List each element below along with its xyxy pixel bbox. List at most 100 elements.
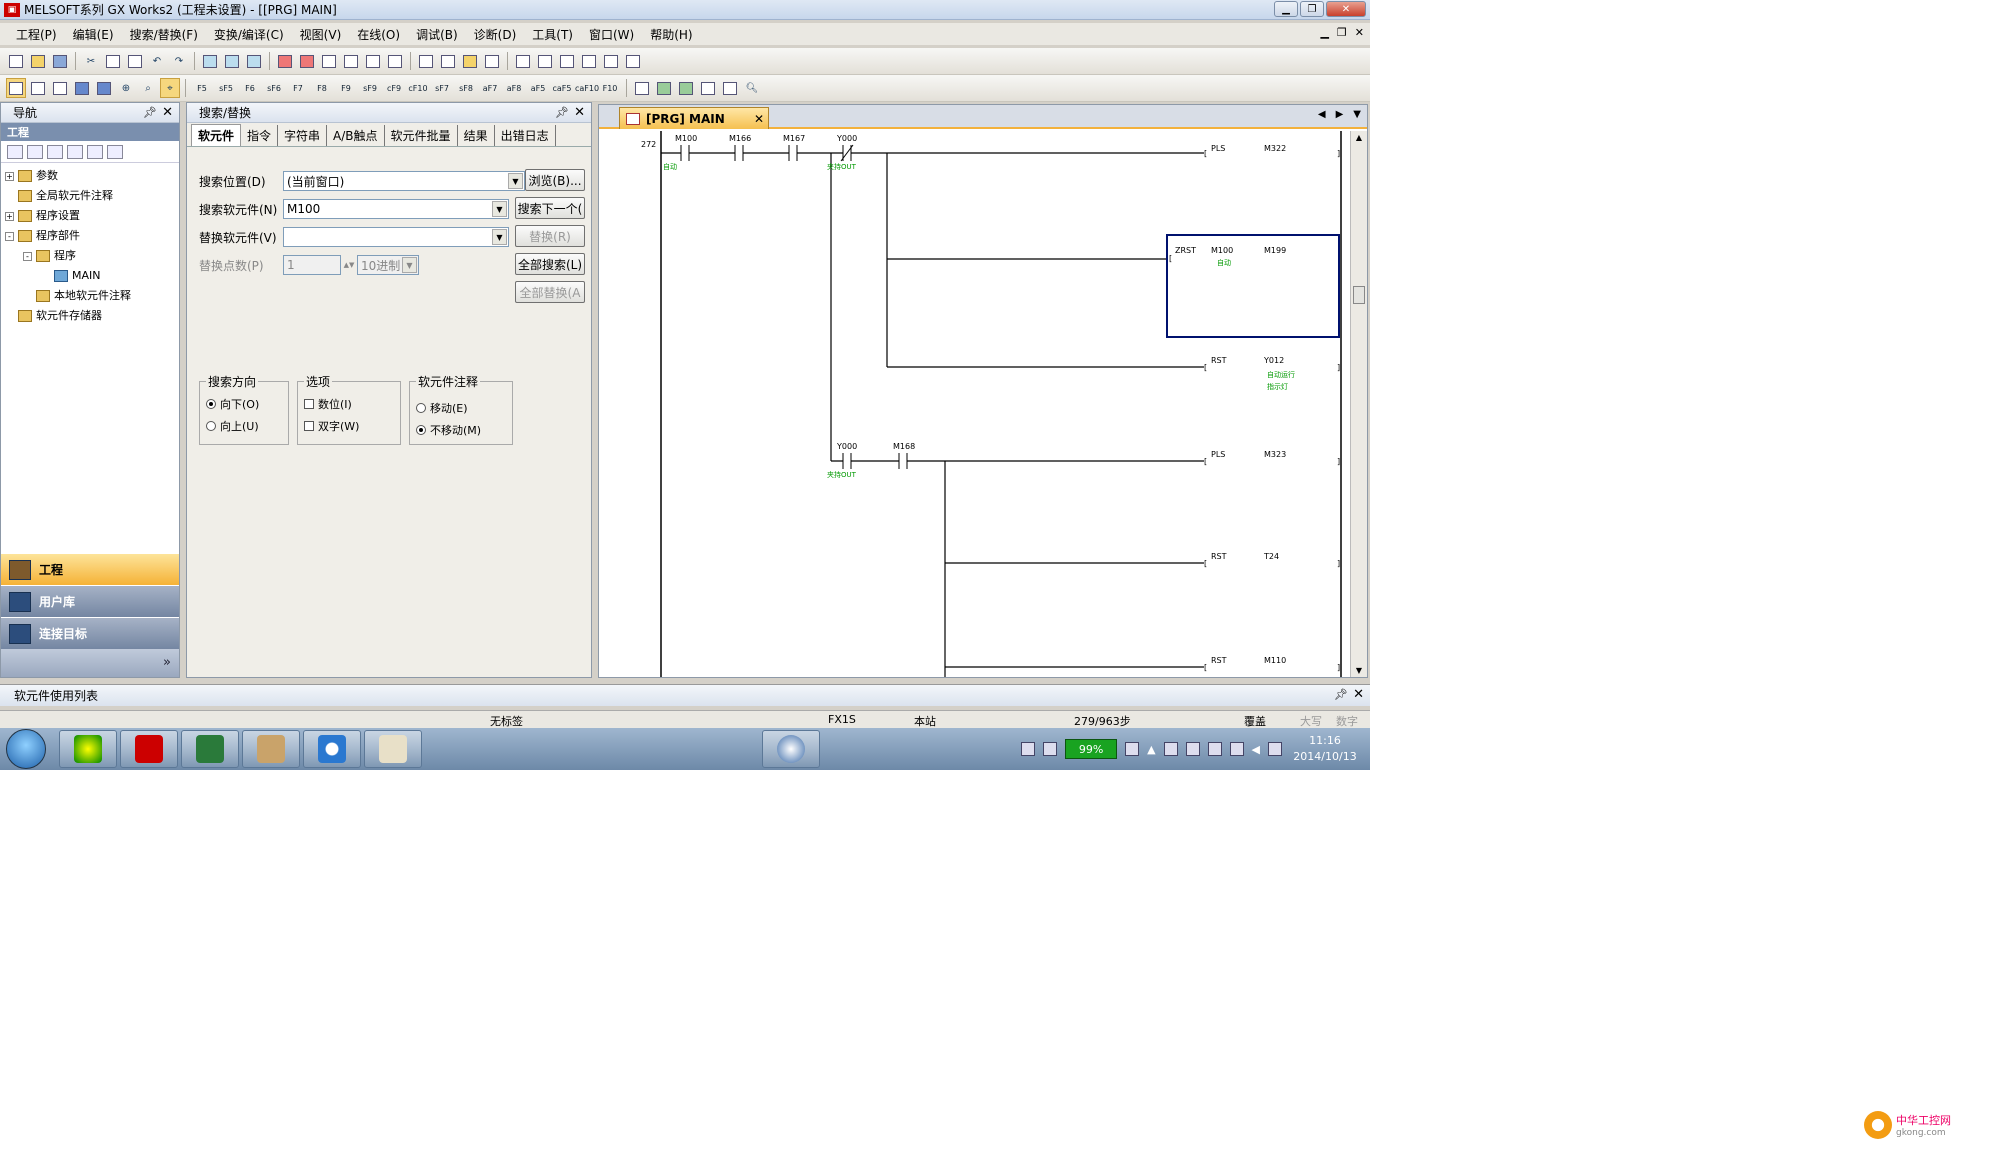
tree-node[interactable]: 本地软元件注释 — [5, 286, 179, 306]
scroll-left-icon[interactable]: ◀ — [1318, 109, 1326, 120]
tree-node[interactable]: - 程序部件 — [5, 226, 179, 246]
fkey-5[interactable]: F7 — [287, 84, 309, 93]
power-plug-icon[interactable] — [1125, 742, 1140, 756]
menu-view[interactable]: 视图(V) — [292, 26, 350, 43]
tree-node[interactable]: + 参数 — [5, 166, 179, 186]
pin-icon[interactable]: 📌︎ — [143, 106, 157, 119]
chevron-down-icon[interactable]: ▼ — [492, 201, 507, 217]
print-preview-icon[interactable] — [720, 78, 740, 98]
convert-icon[interactable] — [632, 78, 652, 98]
close-icon[interactable]: ✕ — [1353, 687, 1364, 702]
cut-icon[interactable]: ✂ — [81, 51, 101, 71]
close-icon[interactable]: ✕ — [162, 105, 173, 120]
menu-window[interactable]: 窗口(W) — [581, 26, 642, 43]
radix-select[interactable]: 10进制 ▼ — [357, 255, 419, 275]
direction-down-radio[interactable]: 向下(O) — [206, 396, 259, 412]
delete-column-icon[interactable] — [579, 51, 599, 71]
taskbar-app-paint[interactable] — [364, 730, 422, 768]
fkey-13[interactable]: aF7 — [479, 84, 501, 93]
fkey-14[interactable]: aF8 — [503, 84, 525, 93]
flag-icon[interactable] — [1207, 742, 1222, 756]
chevron-down-icon[interactable]: ▼ — [508, 173, 523, 189]
chevron-down-icon[interactable]: ▼ — [402, 257, 417, 273]
fkey-7[interactable]: F9 — [335, 84, 357, 93]
zoom-icon[interactable]: ⊕ — [116, 78, 136, 98]
browse-button[interactable]: 浏览(B)... — [525, 169, 585, 191]
taskbar-app-ie[interactable] — [303, 730, 361, 768]
expand-icon[interactable]: + — [5, 211, 14, 221]
taskbar-app-image[interactable] — [242, 730, 300, 768]
tab-contact[interactable]: A/B触点 — [327, 125, 385, 146]
sync-icon[interactable] — [1185, 742, 1200, 756]
fkey-2[interactable]: sF5 — [215, 84, 237, 93]
contact-m166[interactable]: M166 — [729, 134, 751, 161]
close-button[interactable]: ✕ — [1326, 1, 1366, 17]
device-statement-icon[interactable] — [94, 78, 114, 98]
mdi-restore-icon[interactable]: ❐ — [1337, 26, 1347, 39]
magnifier-icon[interactable]: 🔍︎ — [742, 78, 762, 98]
fkey-17[interactable]: caF10 — [575, 84, 599, 93]
fkey-18[interactable]: F10 — [599, 84, 621, 93]
start-button[interactable] — [6, 729, 46, 769]
monitor-start-icon[interactable] — [275, 51, 295, 71]
close-icon[interactable]: ✕ — [574, 105, 585, 120]
tab-result[interactable]: 结果 — [458, 125, 495, 146]
scroll-down-icon[interactable]: ▼ — [1351, 666, 1367, 675]
menu-online[interactable]: 在线(O) — [349, 26, 408, 43]
menu-compile[interactable]: 变换/编译(C) — [206, 26, 292, 43]
new-data-icon[interactable] — [7, 144, 23, 159]
redo-icon[interactable]: ↷ — [169, 51, 189, 71]
wire-delete-icon[interactable] — [623, 51, 643, 71]
simulate-icon[interactable] — [698, 78, 718, 98]
minimize-button[interactable]: ▁ — [1274, 1, 1298, 17]
taskbar-app-1[interactable] — [59, 730, 117, 768]
online-change-icon[interactable] — [654, 78, 674, 98]
step-run-icon[interactable] — [385, 51, 405, 71]
delete-row-icon[interactable] — [535, 51, 555, 71]
undo-icon[interactable]: ↶ — [147, 51, 167, 71]
tab-list-icon[interactable]: ▼ — [1353, 109, 1361, 120]
collapse-icon[interactable]: - — [5, 231, 14, 241]
new-file-icon[interactable] — [6, 51, 26, 71]
copy-data-icon[interactable] — [27, 144, 43, 159]
device-comment-icon[interactable] — [72, 78, 92, 98]
nav-more-button[interactable]: » — [1, 649, 179, 677]
comment-move-radio[interactable]: 移动(E) — [416, 400, 468, 416]
shield-icon[interactable] — [1268, 742, 1282, 756]
count-input[interactable]: 1 — [283, 255, 341, 275]
scroll-thumb[interactable] — [1353, 286, 1365, 304]
check-icon[interactable] — [676, 78, 696, 98]
insert-column-icon[interactable] — [557, 51, 577, 71]
fkey-4[interactable]: sF6 — [263, 84, 285, 93]
menu-help[interactable]: 帮助(H) — [642, 26, 700, 43]
comment-icon[interactable] — [50, 78, 70, 98]
nav-button-connection[interactable]: 连接目标 — [1, 617, 179, 649]
verify-plc-icon[interactable] — [244, 51, 264, 71]
fkey-6[interactable]: F8 — [311, 84, 333, 93]
delete-data-icon[interactable] — [47, 144, 63, 159]
taskbar-app-excel[interactable] — [181, 730, 239, 768]
rebuild-icon[interactable] — [460, 51, 480, 71]
close-tab-icon[interactable]: ✕ — [754, 112, 764, 126]
binoculars-icon[interactable]: ⌖ — [160, 78, 180, 98]
fkey-11[interactable]: sF7 — [431, 84, 453, 93]
display-icon[interactable] — [482, 51, 502, 71]
fkey-15[interactable]: aF5 — [527, 84, 549, 93]
instruction-rst-y012[interactable]: [RST Y012 自动运行 指示灯 ] — [1204, 356, 1340, 391]
instruction-pls-m322[interactable]: [PLS M322 ] — [1204, 144, 1340, 158]
wire-icon[interactable] — [601, 51, 621, 71]
menu-tools[interactable]: 工具(T) — [524, 26, 581, 43]
location-select[interactable]: (当前窗口) ▼ — [283, 171, 525, 191]
digit-checkbox[interactable]: 数位(I) — [304, 396, 352, 412]
taskbar-app-network[interactable] — [762, 730, 820, 768]
ladder-mode-icon[interactable] — [6, 78, 26, 98]
tab-device[interactable]: 软元件 — [191, 124, 242, 146]
paste-icon[interactable] — [125, 51, 145, 71]
fkey-1[interactable]: F5 — [191, 84, 213, 93]
insert-row-icon[interactable] — [513, 51, 533, 71]
direction-up-radio[interactable]: 向上(U) — [206, 418, 259, 434]
nav-button-user-library[interactable]: 用户库 — [1, 585, 179, 617]
chevron-down-icon[interactable]: ▼ — [492, 229, 507, 245]
fkey-16[interactable]: caF5 — [551, 84, 573, 93]
double-word-checkbox[interactable]: 双字(W) — [304, 418, 359, 434]
